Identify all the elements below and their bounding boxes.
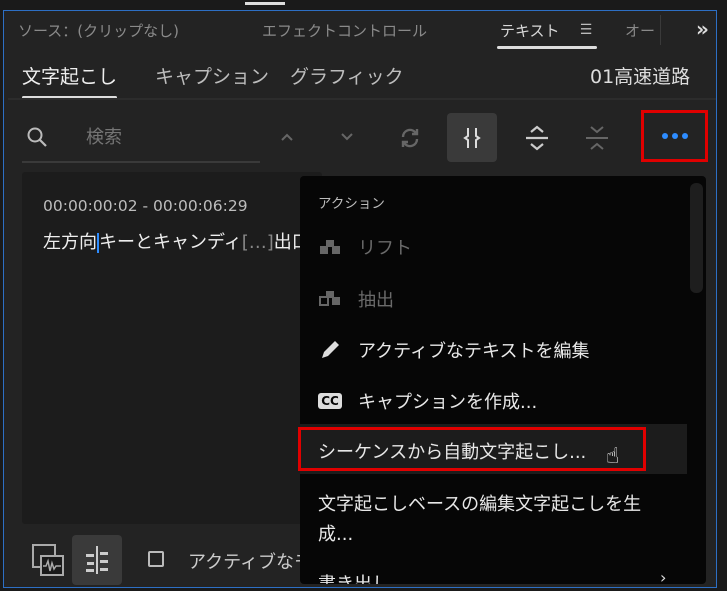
previous-result-icon[interactable] — [275, 125, 299, 149]
more-options-button[interactable] — [641, 110, 708, 162]
search-underline — [22, 161, 260, 163]
pencil-icon — [317, 338, 343, 360]
sequence-audio-icon[interactable] — [30, 542, 66, 578]
next-result-icon[interactable] — [335, 125, 359, 149]
sequence-name: 01高速道路 — [590, 66, 691, 88]
panel-grip[interactable] — [245, 2, 285, 5]
subtab-transcript[interactable]: 文字起こし — [22, 62, 117, 89]
text-before-cursor: 左方向 — [43, 232, 97, 253]
tab-effect-controls[interactable]: エフェクトコントロール — [262, 20, 427, 41]
search-icon[interactable] — [24, 124, 50, 150]
more-icon — [661, 133, 688, 139]
tab-audio[interactable]: オー — [625, 20, 655, 41]
menu-item-auto-transcribe[interactable]: シーケンスから自動文字起こし... — [318, 438, 586, 464]
align-button[interactable] — [72, 535, 122, 585]
menu-heading: アクション — [318, 196, 385, 212]
tab-source[interactable]: ソース：(クリップなし) — [18, 20, 179, 41]
menu-scrollbar-thumb[interactable] — [690, 183, 703, 293]
menu-item-export-clip[interactable]: 書き出し › — [300, 566, 705, 584]
menu-item-extract[interactable]: 抽出 — [358, 286, 394, 312]
extract-icon — [317, 287, 343, 309]
tab-text-underline — [497, 46, 597, 49]
hamburger-menu-icon[interactable]: ☰ — [578, 22, 594, 38]
divider — [8, 98, 716, 100]
collapse-icon[interactable] — [582, 123, 612, 153]
menu-item-generate-transcript[interactable]: 文字起こしベースの編集文字起こしを生 — [318, 490, 641, 516]
transcript-area — [22, 172, 322, 524]
hand-cursor-icon: ☝ — [606, 444, 620, 469]
cc-icon: CC — [317, 390, 343, 412]
subtab-captions[interactable]: キャプション — [155, 62, 269, 89]
refresh-icon[interactable] — [396, 124, 424, 152]
checkbox-label: アクティブなモ — [188, 552, 313, 573]
search-input[interactable] — [84, 122, 258, 152]
expand-icon[interactable] — [522, 123, 552, 153]
subtab-graphics[interactable]: グラフィック — [290, 62, 404, 89]
menu-item-export[interactable]: 書き出し — [318, 570, 390, 584]
tab-text[interactable]: テキスト — [500, 20, 560, 41]
text-tail: 出口 — [273, 232, 300, 253]
menu-item-edit-active-text[interactable]: アクティブなテキストを編集 — [358, 337, 589, 363]
submenu-chevron-icon: › — [660, 568, 667, 584]
menu-item-generate-transcript-line2: 成... — [318, 524, 354, 545]
overflow-tabs-icon[interactable]: » — [696, 17, 709, 41]
text-after-cursor: キーとキャンディ — [99, 232, 242, 253]
segment-timecode: 00:00:00:02 - 00:00:06:29 — [43, 197, 248, 215]
active-checkbox[interactable] — [148, 551, 164, 567]
menu-item-create-captions[interactable]: キャプションを作成... — [358, 388, 537, 414]
lift-icon — [317, 236, 343, 258]
menu-item-lift[interactable]: リフト — [358, 234, 412, 260]
text-ellipsis: […] — [241, 232, 274, 253]
tab-separator — [660, 15, 661, 45]
split-segment-button[interactable] — [447, 113, 497, 162]
segment-text[interactable]: 左方向キーとキャンディ[…]出口 — [43, 228, 300, 254]
